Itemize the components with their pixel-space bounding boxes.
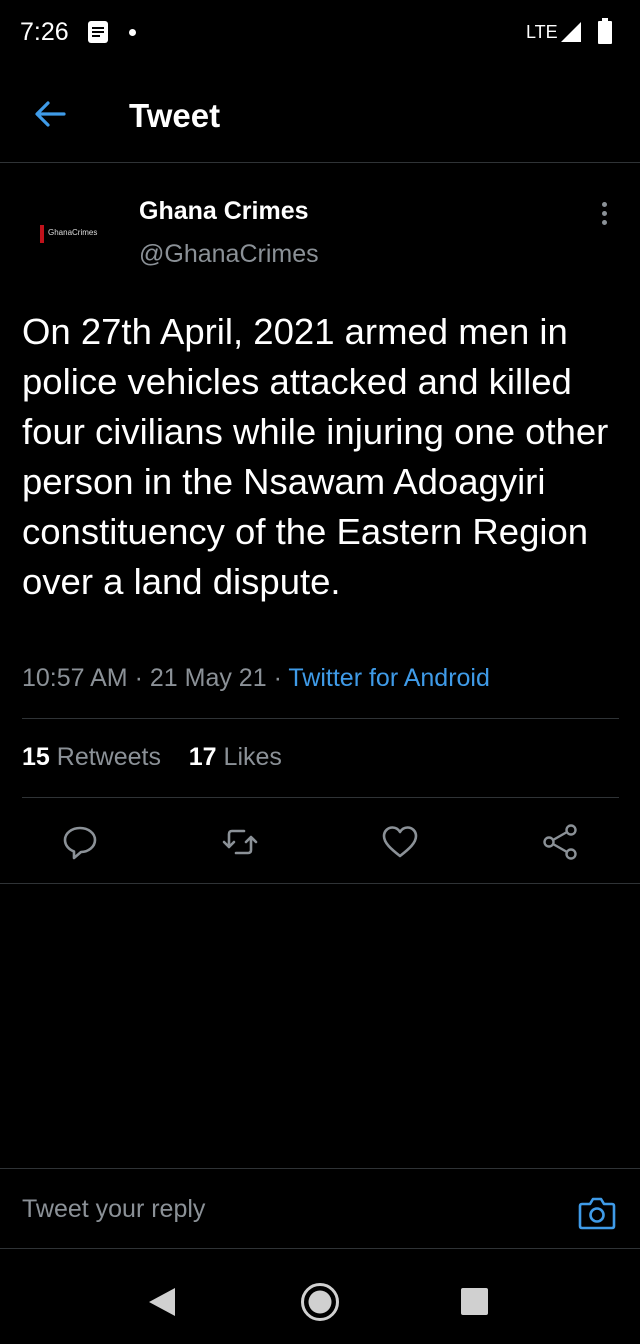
reply-bar — [0, 1168, 640, 1249]
battery-icon — [598, 18, 612, 44]
network-type: LTE — [526, 22, 558, 42]
retweet-button[interactable] — [220, 822, 260, 862]
reply-button[interactable] — [60, 822, 100, 862]
avatar-logo-text: GhanaCrimes — [48, 228, 98, 237]
tweet-text: On 27th April, 2021 armed men in police … — [22, 311, 609, 602]
divider — [0, 883, 640, 884]
divider — [22, 797, 619, 798]
divider — [22, 718, 619, 719]
avatar-logo-bar — [40, 225, 44, 243]
meta-separator: · — [273, 664, 282, 692]
signal-icon — [561, 22, 581, 42]
reply-input[interactable] — [22, 1191, 522, 1227]
share-icon — [543, 824, 577, 860]
back-arrow-icon[interactable] — [32, 96, 68, 132]
page-title: Tweet — [129, 97, 221, 134]
author-name[interactable]: Ghana Crimes — [139, 197, 309, 226]
retweets-label: Retweets — [56, 743, 161, 771]
likes-count: 17 — [188, 743, 217, 771]
nav-home-icon[interactable] — [300, 1282, 340, 1322]
tweet-stats: 15 Retweets 17 Likes — [22, 743, 282, 772]
like-icon — [382, 826, 418, 858]
tweet-meta: 10:57 AM · 21 May 21 · Twitter for Andro… — [22, 664, 490, 693]
camera-icon[interactable] — [578, 1195, 616, 1231]
notes-notification-icon — [88, 21, 108, 43]
nav-back-icon[interactable] — [148, 1287, 176, 1317]
avatar[interactable]: GhanaCrimes — [22, 196, 114, 270]
navigation-bar — [0, 1249, 640, 1344]
tweet-source-link[interactable]: Twitter for Android — [288, 664, 489, 692]
status-time: 7:26 — [20, 18, 69, 46]
author-handle[interactable]: @GhanaCrimes — [139, 240, 319, 269]
tweet-date: 21 May 21 — [149, 664, 267, 692]
likes-stat[interactable]: 17 Likes — [189, 743, 282, 771]
retweet-icon — [222, 829, 258, 855]
status-bar: 7:26 LTE — [0, 0, 640, 66]
likes-label: Likes — [223, 743, 282, 771]
meta-separator: · — [134, 664, 143, 692]
more-options-icon[interactable] — [594, 202, 614, 226]
app-header: Tweet — [0, 66, 640, 163]
tweet-time: 10:57 AM — [22, 664, 128, 692]
notification-dot-icon — [129, 29, 136, 36]
reply-icon — [63, 826, 97, 860]
like-button[interactable] — [380, 822, 420, 862]
share-button[interactable] — [540, 822, 580, 862]
retweets-stat[interactable]: 15 Retweets — [22, 743, 161, 771]
retweets-count: 15 — [22, 743, 50, 771]
nav-recents-icon[interactable] — [461, 1288, 488, 1315]
